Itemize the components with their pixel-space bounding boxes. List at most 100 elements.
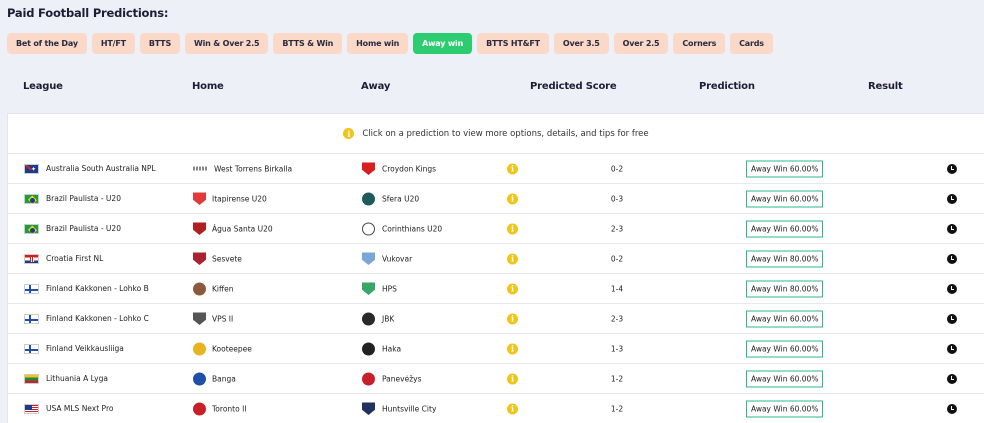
- table-row[interactable]: Croatia First NL Sesvete Vukovar i 0-2 A…: [8, 243, 984, 273]
- prediction-badge[interactable]: Away Win 60.00%: [746, 220, 824, 237]
- away-team-cell: Corinthians U20: [362, 222, 442, 235]
- vps-ii-crest-icon: [193, 312, 206, 325]
- match-info-icon[interactable]: i: [507, 283, 518, 294]
- match-info-icon[interactable]: i: [507, 163, 518, 174]
- filter-ht-ft[interactable]: HT/FT: [91, 33, 135, 54]
- home-team-cell: Kiffen: [193, 282, 234, 295]
- toronto-ii-crest-icon: [193, 402, 206, 415]
- clock-icon: [947, 373, 957, 384]
- away-team-cell: Sfera U20: [362, 192, 419, 205]
- away-team-name: JBK: [382, 314, 395, 323]
- league-name: Brazil Paulista - U20: [46, 194, 121, 203]
- kiffen-crest-icon: [193, 282, 206, 295]
- filter-win-over-2-5[interactable]: Win & Over 2.5: [185, 33, 269, 54]
- away-team-cell: HPS: [362, 282, 397, 295]
- filter-over-2-5[interactable]: Over 2.5: [613, 33, 669, 54]
- match-info-icon[interactable]: i: [507, 193, 518, 204]
- filter-over-3-5[interactable]: Over 3.5: [553, 33, 609, 54]
- table-row[interactable]: Finland Kakkonen - Lohko B Kiffen HPS i …: [8, 273, 984, 303]
- home-team-name: Itapirense U20: [212, 194, 267, 203]
- clock-icon: [947, 313, 957, 324]
- column-header-home: Home: [192, 81, 224, 92]
- match-info-icon[interactable]: i: [507, 343, 518, 354]
- league-name: Finland Kakkonen - Lohko B: [46, 284, 149, 293]
- match-info-icon[interactable]: i: [507, 403, 518, 414]
- australia-flag-icon: [24, 163, 39, 174]
- table-row[interactable]: Brazil Paulista - U20 Água Santa U20 Cor…: [8, 213, 984, 243]
- prediction-badge[interactable]: Away Win 80.00%: [746, 250, 824, 267]
- clock-icon: [947, 403, 957, 414]
- predicted-score: 0-2: [610, 254, 624, 263]
- west-torrens-birkalla-crest-icon: [193, 166, 208, 171]
- column-header-away: Away: [361, 81, 391, 92]
- home-team-name: Água Santa U20: [212, 224, 273, 233]
- filter-home-win[interactable]: Home win: [347, 33, 409, 54]
- home-team-cell: Itapirense U20: [193, 192, 267, 205]
- away-team-name: Corinthians U20: [382, 224, 443, 233]
- league-cell: Croatia First NL: [24, 253, 103, 264]
- filter-corners[interactable]: Corners: [673, 33, 726, 54]
- clock-icon: [947, 193, 957, 204]
- match-info-icon[interactable]: i: [507, 223, 518, 234]
- home-team-name: Sesvete: [212, 254, 242, 263]
- league-cell: Finland Kakkonen - Lohko C: [24, 313, 149, 324]
- match-info-icon[interactable]: i: [507, 313, 518, 324]
- filter-away-win[interactable]: Away win: [413, 33, 473, 54]
- prediction-filter-bar: Bet of the Day HT/FT BTTS Win & Over 2.5…: [7, 33, 773, 54]
- match-info-icon[interactable]: i: [507, 253, 518, 264]
- table-row[interactable]: USA MLS Next Pro Toronto II Huntsville C…: [8, 393, 984, 423]
- filter-btts-win[interactable]: BTTS & Win: [273, 33, 343, 54]
- league-name: Finland Kakkonen - Lohko C: [46, 314, 149, 323]
- table-row[interactable]: Finland Veikkausliiga Kooteepee Haka i 1…: [8, 333, 984, 363]
- home-team-name: Kiffen: [212, 284, 234, 293]
- filter-bet-of-the-day[interactable]: Bet of the Day: [7, 33, 87, 54]
- league-name: Lithuania A Lyga: [46, 374, 108, 383]
- league-cell: USA MLS Next Pro: [24, 403, 114, 414]
- filter-btts-ht-ft[interactable]: BTTS HT&FT: [477, 33, 549, 54]
- prediction-badge[interactable]: Away Win 60.00%: [746, 160, 824, 177]
- prediction-badge[interactable]: Away Win 80.00%: [746, 280, 824, 297]
- home-team-name: Kooteepee: [212, 344, 252, 353]
- home-team-cell: Kooteepee: [193, 342, 252, 355]
- clock-icon: [947, 223, 957, 234]
- filter-cards[interactable]: Cards: [730, 33, 773, 54]
- panevezys-crest-icon: [362, 372, 375, 385]
- clock-icon: [947, 163, 957, 174]
- prediction-badge[interactable]: Away Win 60.00%: [746, 310, 824, 327]
- predicted-score: 0-2: [610, 164, 624, 173]
- huntsville-city-crest-icon: [362, 402, 375, 415]
- column-header-league: League: [23, 81, 63, 92]
- filter-btts[interactable]: BTTS: [139, 33, 181, 54]
- prediction-badge[interactable]: Away Win 60.00%: [746, 340, 824, 357]
- prediction-badge[interactable]: Away Win 60.00%: [746, 370, 824, 387]
- table-row[interactable]: Australia South Australia NPL West Torre…: [8, 153, 984, 183]
- predicted-score: 1-2: [610, 404, 624, 413]
- league-name: USA MLS Next Pro: [46, 404, 114, 413]
- league-name: Finland Veikkausliiga: [46, 344, 124, 353]
- predicted-score: 1-4: [610, 284, 624, 293]
- page-title: Paid Football Predictions:: [7, 6, 169, 20]
- sesvete-crest-icon: [193, 252, 206, 265]
- lithuania-flag-icon: [24, 373, 39, 384]
- league-cell: Brazil Paulista - U20: [24, 193, 121, 204]
- home-team-cell: Toronto II: [193, 402, 247, 415]
- home-team-name: Banga: [212, 374, 236, 383]
- table-row[interactable]: Lithuania A Lyga Banga Panevėžys i 1-2 A…: [8, 363, 984, 393]
- itapirense-crest-icon: [193, 192, 206, 205]
- league-name: Brazil Paulista - U20: [46, 224, 121, 233]
- away-team-cell: Haka: [362, 342, 401, 355]
- match-info-icon[interactable]: i: [507, 373, 518, 384]
- hps-crest-icon: [362, 282, 375, 295]
- away-team-cell: Panevėžys: [362, 372, 422, 385]
- kooteepee-crest-icon: [193, 342, 206, 355]
- away-team-name: Vukovar: [382, 254, 413, 263]
- prediction-badge[interactable]: Away Win 60.00%: [746, 400, 824, 417]
- prediction-badge[interactable]: Away Win 60.00%: [746, 190, 824, 207]
- finland-flag-icon: [24, 313, 39, 324]
- table-row[interactable]: Brazil Paulista - U20 Itapirense U20 Sfe…: [8, 183, 984, 213]
- league-cell: Brazil Paulista - U20: [24, 223, 121, 234]
- table-row[interactable]: Finland Kakkonen - Lohko C VPS II JBK i …: [8, 303, 984, 333]
- agua-santa-crest-icon: [193, 222, 206, 235]
- croydon-kings-crest-icon: [362, 162, 375, 175]
- clock-icon: [947, 283, 957, 294]
